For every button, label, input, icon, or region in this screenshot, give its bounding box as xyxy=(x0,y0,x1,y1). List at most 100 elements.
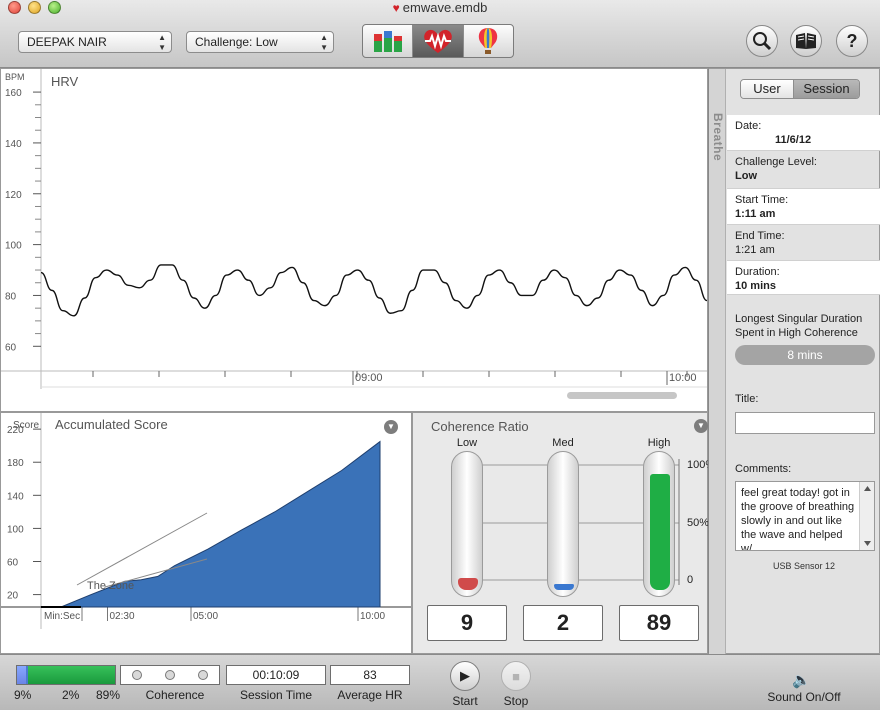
med-tube xyxy=(547,451,579,597)
tab-user[interactable]: User xyxy=(741,80,793,98)
stop-button[interactable]: ■ xyxy=(501,661,531,691)
score-y-tick-label: 140 xyxy=(7,491,24,502)
hrv-unit-label: BPM xyxy=(5,72,25,82)
help-button[interactable]: ? xyxy=(836,25,868,57)
sensor-label: USB Sensor 12 xyxy=(772,561,836,571)
longest-coherence-label: Longest Singular Duration Spent in High … xyxy=(735,313,863,339)
score-title: Accumulated Score xyxy=(55,417,168,432)
pct-low: 9% xyxy=(14,688,32,702)
hrv-panel: BPM HRV 160 140 120 100 80 60 09:00 10:00 xyxy=(0,68,708,412)
hrv-y-tick-label: 160 xyxy=(5,88,22,99)
challenge-row: Challenge Level: Low xyxy=(727,151,880,189)
hrv-scrollbar[interactable] xyxy=(567,392,677,399)
longest-coherence-value: 8 mins xyxy=(735,345,875,365)
hrv-y-tick-label: 100 xyxy=(5,241,22,252)
low-value: 9 xyxy=(427,605,507,641)
coherence-ratio-panel: Coherence Ratio ▼ 100% 50% 0 Low Med Hig… xyxy=(412,412,715,654)
low-tube xyxy=(451,451,483,597)
pct-high: 89% xyxy=(96,688,121,702)
score-menu-button[interactable]: ▼ xyxy=(384,420,398,434)
hrv-chart: BPM HRV 160 140 120 100 80 60 09:00 10:00 xyxy=(1,69,708,399)
chevron-down-icon: ▼ xyxy=(387,422,395,431)
library-button[interactable] xyxy=(790,25,822,57)
search-button[interactable] xyxy=(746,25,778,57)
session-time-display: 00:10:09 xyxy=(226,665,326,685)
start-button[interactable]: ▶ xyxy=(450,661,480,691)
start-time-row: Start Time: 1:11 am xyxy=(727,189,880,225)
help-icon: ? xyxy=(846,30,858,51)
score-x-tick-label: 02:30 xyxy=(110,611,135,622)
med-fill xyxy=(554,584,574,590)
toolbar: ♥ emwave.emdb DEEPAK NAIR ▲ ▼ Challenge: L… xyxy=(0,0,880,68)
score-y-tick-label: 220 xyxy=(7,425,24,436)
scale-50: 50% xyxy=(687,517,710,529)
heart-icon: ♥ xyxy=(392,1,400,15)
date-row: Date: 11/6/12 xyxy=(727,115,880,151)
date-label: Date: xyxy=(735,120,762,132)
coherence-light-icon xyxy=(164,670,175,680)
challenge-value: Low xyxy=(735,170,757,182)
hrv-y-tick-label: 80 xyxy=(5,291,17,302)
score-x-tick-label: 10:00 xyxy=(360,611,385,622)
speaker-icon[interactable]: 🔈 xyxy=(792,671,811,689)
low-fill xyxy=(458,578,478,590)
info-tabs: User Session xyxy=(740,79,860,99)
balloon-view-button[interactable] xyxy=(464,25,513,57)
med-value: 2 xyxy=(523,605,603,641)
high-value: 89 xyxy=(619,605,699,641)
hrv-y-tick-label: 140 xyxy=(5,139,22,150)
play-icon: ▶ xyxy=(460,668,470,683)
bar-chart-icon xyxy=(373,31,402,52)
balloon-icon xyxy=(479,28,498,54)
duration-label: Duration: xyxy=(735,266,780,278)
status-bar: 9% 2% 89% Coherence 00:10:09 Session Tim… xyxy=(0,654,880,710)
start-label: Start xyxy=(452,694,478,708)
score-y-tick-label: 60 xyxy=(7,558,19,569)
bar-chart-view-button[interactable] xyxy=(363,25,414,57)
low-label: Low xyxy=(456,437,478,449)
med-label: Med xyxy=(552,437,574,449)
session-info-panel: Breathe User Session Date: 11/6/12 Chall… xyxy=(708,68,880,655)
end-time-row: End Time: 1:21 am xyxy=(727,225,880,261)
coherence-light-icon xyxy=(197,670,208,680)
score-y-tick-label: 20 xyxy=(7,591,19,602)
coherence-light-icon xyxy=(132,670,143,680)
hrv-title: HRV xyxy=(51,74,79,89)
search-icon xyxy=(753,32,772,51)
stop-icon: ■ xyxy=(512,668,520,684)
title-label: Title: xyxy=(735,393,759,405)
high-tube xyxy=(643,451,675,597)
high-fill xyxy=(650,474,670,590)
score-x-tick-label: 05:00 xyxy=(193,611,218,622)
pct-med: 2% xyxy=(62,688,80,702)
comments-label: Comments: xyxy=(735,463,792,475)
heart-wave-icon xyxy=(424,29,452,53)
breathe-drawer-handle[interactable]: Breathe xyxy=(709,69,726,655)
challenge-select[interactable]: Challenge: Low ▲ ▼ xyxy=(186,31,334,53)
session-time-label: Session Time xyxy=(239,688,313,702)
coherence-mix-high xyxy=(28,666,115,684)
tab-session[interactable]: Session xyxy=(793,80,859,98)
hrv-view-button[interactable] xyxy=(413,25,464,57)
date-value: 11/6/12 xyxy=(775,134,812,146)
scale-0: 0 xyxy=(687,574,694,586)
title-input[interactable] xyxy=(735,412,875,434)
hrv-y-tick-label: 60 xyxy=(5,342,17,353)
accumulated-score-panel: Score Accumulated Score 220 180 140 100 60 20… xyxy=(0,412,412,654)
coherence-label: Coherence xyxy=(145,688,205,702)
score-y-tick-label: 100 xyxy=(7,524,24,535)
start-time-label: Start Time: xyxy=(735,194,789,206)
accumulated-score-chart: Score Accumulated Score 2201801401006020… xyxy=(1,413,411,629)
updown-arrows-icon: ▲ ▼ xyxy=(320,33,328,52)
hrv-y-tick-label: 120 xyxy=(5,190,22,201)
coherence-lights xyxy=(120,665,220,685)
comments-scrollbar[interactable] xyxy=(859,482,874,550)
hrv-x-tick-label: 09:00 xyxy=(355,372,383,384)
end-time-label: End Time: xyxy=(735,230,785,242)
sound-toggle-label[interactable]: Sound On/Off xyxy=(754,690,854,704)
coherence-mix-low xyxy=(17,666,26,684)
stop-label: Stop xyxy=(503,694,529,708)
comments-textarea[interactable]: feel great today! got in the groove of b… xyxy=(735,481,875,551)
zone-label: The Zone xyxy=(87,580,134,592)
user-select[interactable]: DEEPAK NAIR ▲ ▼ xyxy=(18,31,172,53)
